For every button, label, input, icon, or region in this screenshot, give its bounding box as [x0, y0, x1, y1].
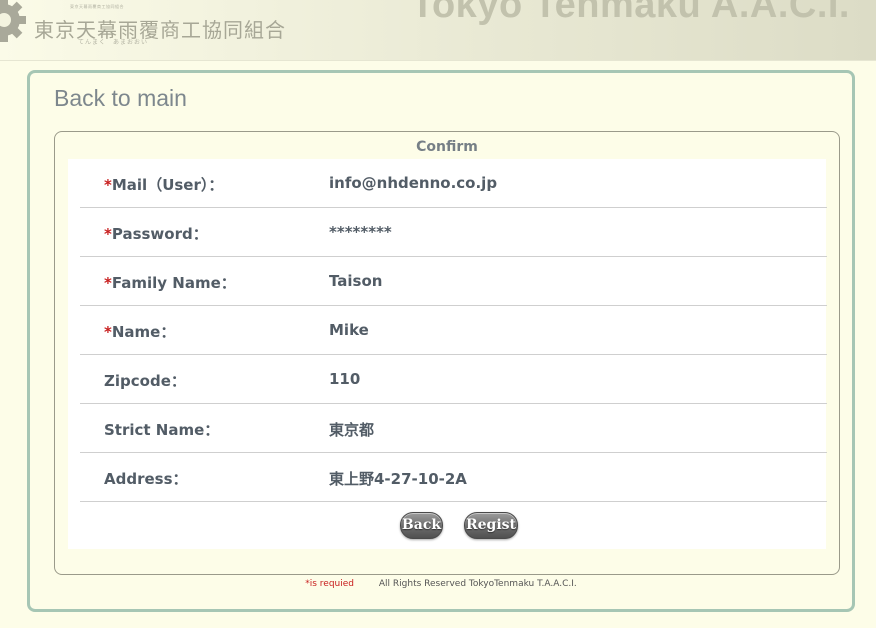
row-value: 東京都	[329, 421, 375, 439]
confirm-table: *Mail（User）： info@nhdenno.co.jp *Passwor…	[68, 159, 827, 549]
logo-small-text: 東京天幕雨覆商工協同組合	[70, 4, 124, 9]
required-mark: *	[104, 323, 112, 341]
table-row: Address： 東上野4-27-10-2A	[80, 453, 827, 502]
table-row: *Family Name： Taison	[80, 257, 827, 306]
row-value: Taison	[329, 272, 383, 290]
site-title: Tokyo Tenmaku A.A.C.I.	[411, 0, 850, 26]
row-value: 110	[329, 370, 361, 388]
required-mark: *	[104, 274, 112, 292]
main-panel: Back to main Confirm *Mail（User）： info@n…	[27, 70, 855, 612]
required-mark: *	[104, 176, 112, 194]
logo-kana: てんまく あまおおい	[78, 39, 149, 46]
table-row: *Name： Mike	[80, 306, 827, 355]
row-label: *Name：	[104, 323, 176, 341]
table-row: Strict Name： 東京都	[80, 404, 827, 453]
row-label: *Mail（User）：	[104, 176, 224, 194]
copyright-text: All Rights Reserved TokyoTenmaku T.A.A.C…	[378, 579, 577, 589]
table-row: *Password： ********	[80, 208, 827, 257]
confirm-fieldset: Confirm *Mail（User）： info@nhdenno.co.jp …	[54, 131, 840, 575]
row-label: *Family Name：	[104, 274, 236, 292]
regist-button[interactable]: Regist	[464, 512, 518, 539]
required-mark: *	[104, 225, 112, 243]
row-value: 東上野4-27-10-2A	[329, 470, 467, 488]
row-value: info@nhdenno.co.jp	[329, 174, 498, 192]
confirm-legend: Confirm	[416, 139, 478, 155]
row-label: Zipcode：	[104, 372, 186, 390]
back-button[interactable]: Back	[400, 512, 443, 539]
logo-title: 東京天幕雨覆商工協同組合	[34, 18, 286, 42]
back-to-main-link[interactable]: Back to main	[54, 85, 187, 112]
row-value: Mike	[329, 321, 369, 339]
row-label: *Password：	[104, 225, 208, 243]
row-label: Strict Name：	[104, 421, 220, 439]
row-label: Address：	[104, 470, 188, 488]
required-note: *is requied	[305, 579, 354, 589]
site-header: 東京天幕雨覆商工協同組合 東京天幕雨覆商工協同組合 てんまく あまおおい Tok…	[0, 0, 876, 61]
table-row: *Mail（User）： info@nhdenno.co.jp	[80, 159, 827, 208]
table-row: Zipcode： 110	[80, 355, 827, 404]
footer: *is requied All Rights Reserved TokyoTen…	[30, 579, 852, 589]
gear-logo-icon	[0, 0, 26, 42]
row-value: ********	[329, 223, 392, 241]
